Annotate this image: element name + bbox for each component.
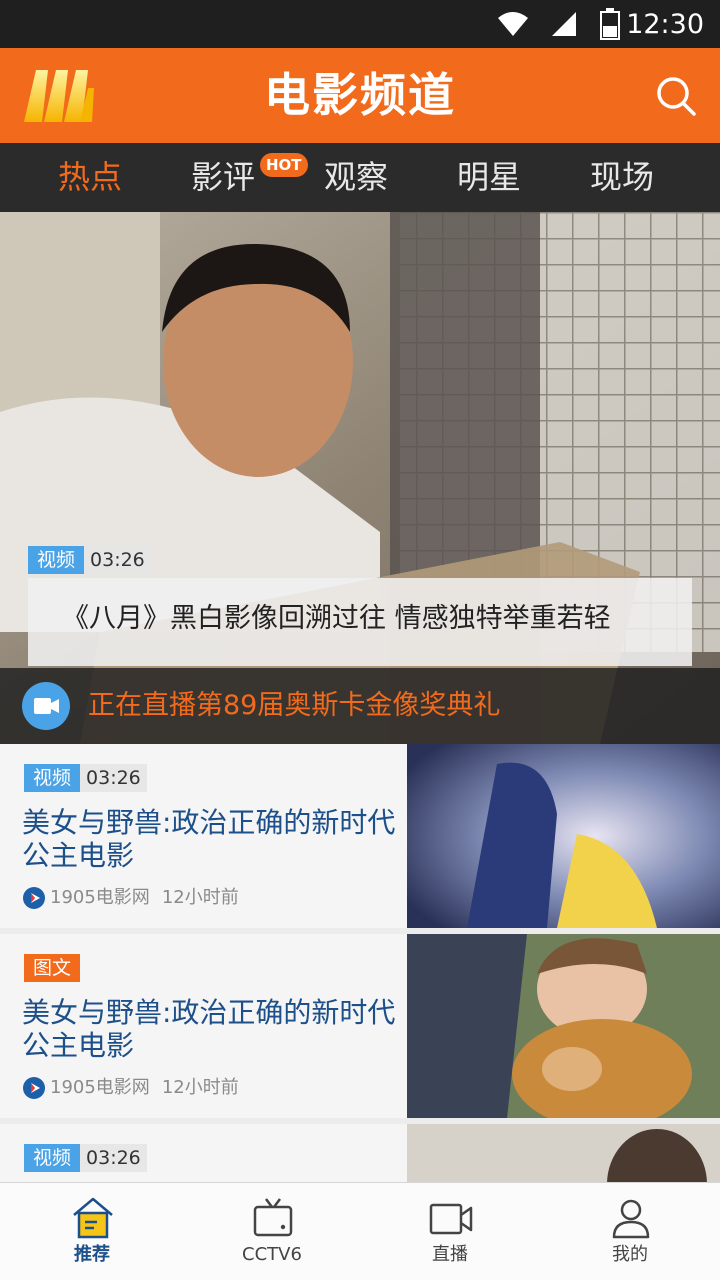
news-badge: 视频 03:26 xyxy=(24,764,147,792)
badge-type: 视频 xyxy=(28,546,85,574)
cell-signal-icon xyxy=(552,12,576,36)
status-bar: 12:30 xyxy=(0,0,720,48)
news-source: 1905电影网 xyxy=(50,887,150,908)
news-item[interactable]: 图文 美女与野兽:政治正确的新时代公主电影 1905电影网 12小时前 xyxy=(0,934,720,1118)
hero-caption[interactable]: 《八月》黑白影像回溯过往 情感独特举重若轻 xyxy=(28,578,692,666)
app-header: 电影频道 xyxy=(0,48,720,143)
tab-hot[interactable]: 热点 xyxy=(58,157,122,197)
tab-observe[interactable]: 观察 xyxy=(324,157,388,197)
news-title: 美女与野兽:政治正确的新时代公主电影 xyxy=(22,806,396,872)
bottom-navigation: 推荐 CCTV6 直播 我的 xyxy=(0,1182,720,1280)
status-time: 12:30 xyxy=(626,9,704,40)
wifi-icon xyxy=(498,12,528,36)
nav-label: 直播 xyxy=(432,1244,468,1265)
live-text: 正在直播第89届奥斯卡金像奖典礼 xyxy=(88,690,501,721)
news-time: 12小时前 xyxy=(161,887,239,908)
nav-live[interactable]: 直播 xyxy=(360,1183,540,1280)
tab-stars[interactable]: 明星 xyxy=(457,157,521,197)
news-meta: 1905电影网 12小时前 xyxy=(22,1076,239,1100)
nav-recommend[interactable]: 推荐 xyxy=(2,1183,182,1280)
badge-type: 视频 xyxy=(24,764,81,792)
news-item[interactable]: 视频 03:26 美女与野兽:政治正确的新时代公主电影 1905电影网 12小时… xyxy=(0,744,720,928)
nav-label: CCTV6 xyxy=(242,1244,302,1265)
nav-mine[interactable]: 我的 xyxy=(540,1183,720,1280)
badge-type: 图文 xyxy=(24,954,81,982)
nav-cctv6[interactable]: CCTV6 xyxy=(182,1183,362,1280)
hero-caption-text: 《八月》黑白影像回溯过往 情感独特举重若轻 xyxy=(62,603,611,634)
nav-label: 推荐 xyxy=(74,1244,110,1265)
news-thumbnail xyxy=(407,744,720,928)
news-source: 1905电影网 xyxy=(50,1077,150,1098)
search-icon[interactable] xyxy=(652,72,700,120)
badge-type: 视频 xyxy=(24,1144,81,1172)
tab-scene[interactable]: 现场 xyxy=(590,157,654,197)
tv-icon xyxy=(253,1198,293,1237)
live-banner[interactable]: 正在直播第89届奥斯卡金像奖典礼 xyxy=(0,668,720,744)
badge-duration: 03:26 xyxy=(84,546,151,574)
news-badge: 图文 xyxy=(24,954,81,982)
hero-banner[interactable]: 视频 03:26 《八月》黑白影像回溯过往 情感独特举重若轻 正在直播第89届奥… xyxy=(0,212,720,744)
badge-duration: 03:26 xyxy=(80,1144,147,1172)
category-tabs: 热点 影评 HOT 观察 明星 现场 xyxy=(0,143,720,212)
home-icon xyxy=(73,1197,113,1239)
source-play-icon xyxy=(23,1077,45,1099)
tab-reviews[interactable]: 影评 xyxy=(191,157,255,197)
news-thumbnail xyxy=(407,934,720,1118)
nav-label: 我的 xyxy=(612,1244,648,1265)
source-play-icon xyxy=(23,887,45,909)
live-camera-icon xyxy=(22,682,70,730)
news-meta: 1905电影网 12小时前 xyxy=(22,886,239,910)
hero-badge: 视频 03:26 xyxy=(28,546,151,574)
video-camera-icon xyxy=(429,1203,473,1235)
user-icon xyxy=(612,1199,650,1239)
news-title: 美女与野兽:政治正确的新时代公主电影 xyxy=(22,996,396,1062)
news-badge: 视频 03:26 xyxy=(24,1144,147,1172)
news-time: 12小时前 xyxy=(161,1077,239,1098)
battery-icon xyxy=(600,8,620,40)
page-title: 电影频道 xyxy=(264,68,456,122)
badge-duration: 03:26 xyxy=(80,764,147,792)
hot-badge: HOT xyxy=(260,153,308,177)
